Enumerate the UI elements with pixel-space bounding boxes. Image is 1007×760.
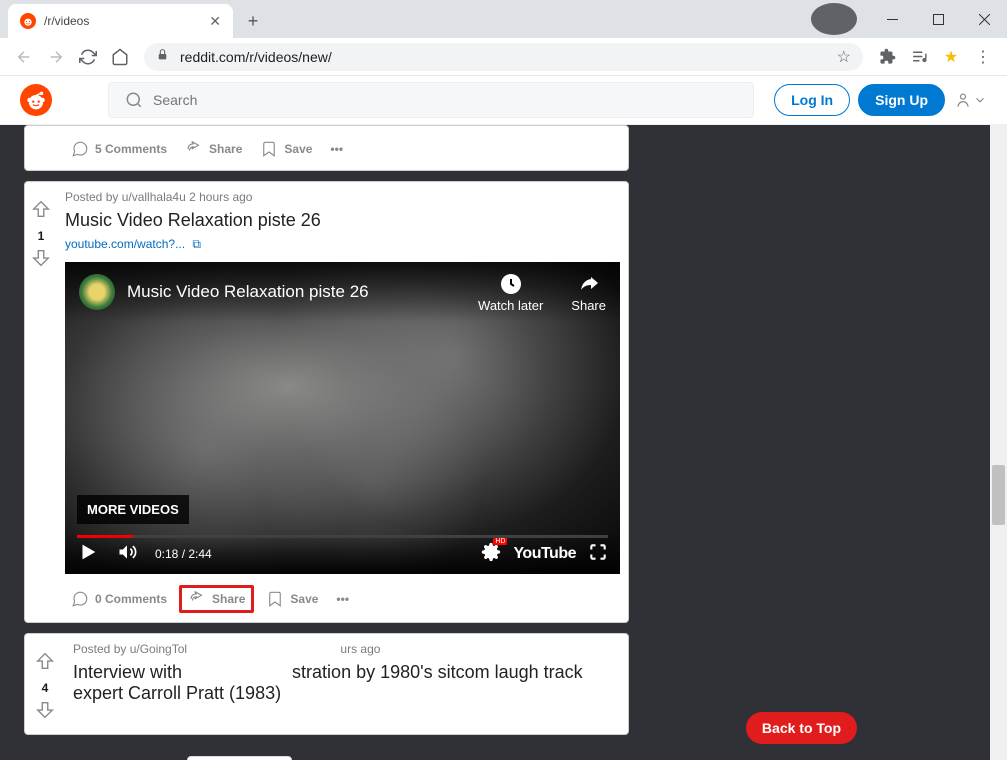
main-content: 5 Comments Share Save ••• 1 Posted by u/…	[0, 125, 1007, 760]
scrollbar[interactable]	[990, 125, 1007, 760]
post-card[interactable]: 1 Posted by u/vallhala4u 2 hours ago Mus…	[24, 181, 629, 623]
play-button[interactable]	[77, 541, 99, 568]
share-arrow-icon	[577, 272, 601, 296]
forward-button[interactable]	[40, 41, 72, 73]
watch-later-button[interactable]: Watch later	[478, 272, 543, 313]
post-meta: Posted by u/GoingTol urs ago	[73, 642, 620, 656]
search-box[interactable]	[108, 82, 754, 118]
save-button[interactable]: Save	[254, 134, 318, 164]
share-icon	[185, 140, 203, 158]
more-button[interactable]: •••	[324, 136, 349, 162]
post-title[interactable]: Music Video Relaxation piste 26	[65, 210, 620, 231]
post-card-partial-top: 5 Comments Share Save •••	[24, 125, 629, 171]
back-button[interactable]	[8, 41, 40, 73]
browser-menu-icon[interactable]: ⋮	[967, 41, 999, 73]
new-tab-button[interactable]: +	[239, 7, 267, 35]
vote-column: 1	[25, 190, 57, 614]
browser-urlbar: reddit.com/r/videos/new/ ☆ ★ ⋮	[0, 38, 1007, 76]
reddit-logo[interactable]	[20, 84, 52, 116]
address-bar[interactable]: reddit.com/r/videos/new/ ☆	[144, 43, 863, 71]
upvote-button[interactable]	[30, 198, 52, 225]
chevron-down-icon	[973, 93, 987, 107]
extension-badge[interactable]: ★	[935, 41, 967, 73]
dots-icon: •••	[330, 142, 343, 156]
video-title[interactable]: Music Video Relaxation piste 26	[127, 282, 478, 302]
login-button[interactable]: Log In	[774, 84, 850, 116]
bookmark-icon	[260, 140, 278, 158]
upvote-button[interactable]	[34, 650, 56, 677]
star-icon[interactable]: ☆	[837, 47, 851, 67]
share-icon	[188, 590, 206, 608]
save-button[interactable]: Save	[260, 584, 324, 614]
browser-tab[interactable]: /r/videos ✕	[8, 4, 233, 38]
post-author[interactable]: u/vallhala4u	[122, 190, 186, 204]
post-card[interactable]: 4 Posted by u/GoingTol urs ago Interview…	[24, 633, 629, 735]
tab-title: /r/videos	[44, 14, 209, 28]
more-button[interactable]: •••	[330, 586, 355, 612]
video-time: 0:18 / 2:44	[155, 547, 212, 561]
share-popup-menu: Copy Link Embed	[187, 756, 292, 760]
share-button-highlighted[interactable]: Share	[179, 585, 254, 613]
vote-score: 1	[38, 229, 45, 243]
post-author[interactable]: u/GoingTol	[130, 642, 187, 656]
minimize-button[interactable]	[869, 3, 915, 35]
browser-titlebar: /r/videos ✕ +	[0, 0, 1007, 38]
post-title[interactable]: Interview withstration by 1980's sitcom …	[73, 662, 620, 704]
reddit-favicon	[20, 13, 36, 29]
video-player[interactable]: Music Video Relaxation piste 26 Watch la…	[65, 262, 620, 574]
comment-icon	[71, 140, 89, 158]
signup-button[interactable]: Sign Up	[858, 84, 945, 116]
maximize-button[interactable]	[915, 3, 961, 35]
share-button[interactable]: Share	[179, 134, 248, 164]
channel-avatar[interactable]	[79, 274, 115, 310]
lock-icon	[156, 48, 170, 66]
youtube-logo[interactable]: YouTube	[513, 545, 576, 563]
extensions-icon[interactable]	[871, 41, 903, 73]
more-videos-button[interactable]: MORE VIDEOS	[77, 495, 189, 524]
close-window-button[interactable]	[961, 3, 1007, 35]
fullscreen-button[interactable]	[588, 542, 608, 567]
reload-button[interactable]	[72, 41, 104, 73]
search-icon	[125, 91, 143, 109]
vote-column: 4	[25, 642, 65, 726]
user-dropdown[interactable]	[953, 90, 987, 110]
scroll-thumb[interactable]	[992, 465, 1005, 525]
share-video-button[interactable]: Share	[571, 272, 606, 313]
back-to-top-button[interactable]: Back to Top	[746, 712, 857, 744]
home-button[interactable]	[104, 41, 136, 73]
comments-button[interactable]: 5 Comments	[65, 134, 173, 164]
music-icon[interactable]	[903, 41, 935, 73]
clock-icon	[499, 272, 523, 296]
downvote-button[interactable]	[30, 247, 52, 274]
settings-button[interactable]: HD	[481, 542, 501, 567]
search-input[interactable]	[153, 92, 737, 108]
comment-icon	[71, 590, 89, 608]
person-icon	[953, 90, 973, 110]
vote-score: 4	[42, 681, 49, 695]
video-controls: 0:18 / 2:44 HD YouTube	[65, 534, 620, 574]
url-text: reddit.com/r/videos/new/	[180, 49, 837, 65]
comments-button[interactable]: 0 Comments	[65, 584, 173, 614]
window-controls	[799, 0, 1007, 38]
tab-close-icon[interactable]: ✕	[209, 13, 221, 30]
reddit-header: Log In Sign Up	[0, 76, 1007, 125]
dots-icon: •••	[336, 592, 349, 606]
post-link[interactable]: youtube.com/watch?... ⧉	[65, 237, 620, 252]
bookmark-icon	[266, 590, 284, 608]
external-link-icon: ⧉	[192, 237, 201, 251]
post-meta: Posted by u/vallhala4u 2 hours ago	[65, 190, 620, 204]
volume-button[interactable]	[117, 542, 137, 567]
account-icon[interactable]	[811, 3, 857, 35]
